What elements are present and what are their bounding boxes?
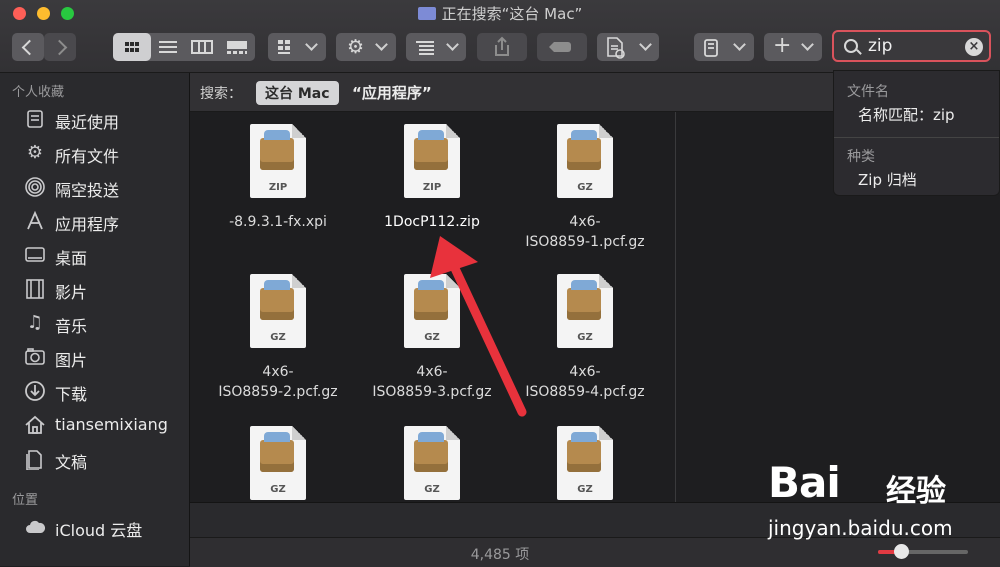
watermark-sub: 经验 — [886, 474, 946, 509]
watermark-url: jingyan.baidu.com — [768, 516, 953, 540]
baidu-watermark: Bai 经验 jingyan.baidu.com — [768, 458, 978, 548]
watermark-brand: Bai — [768, 458, 841, 507]
